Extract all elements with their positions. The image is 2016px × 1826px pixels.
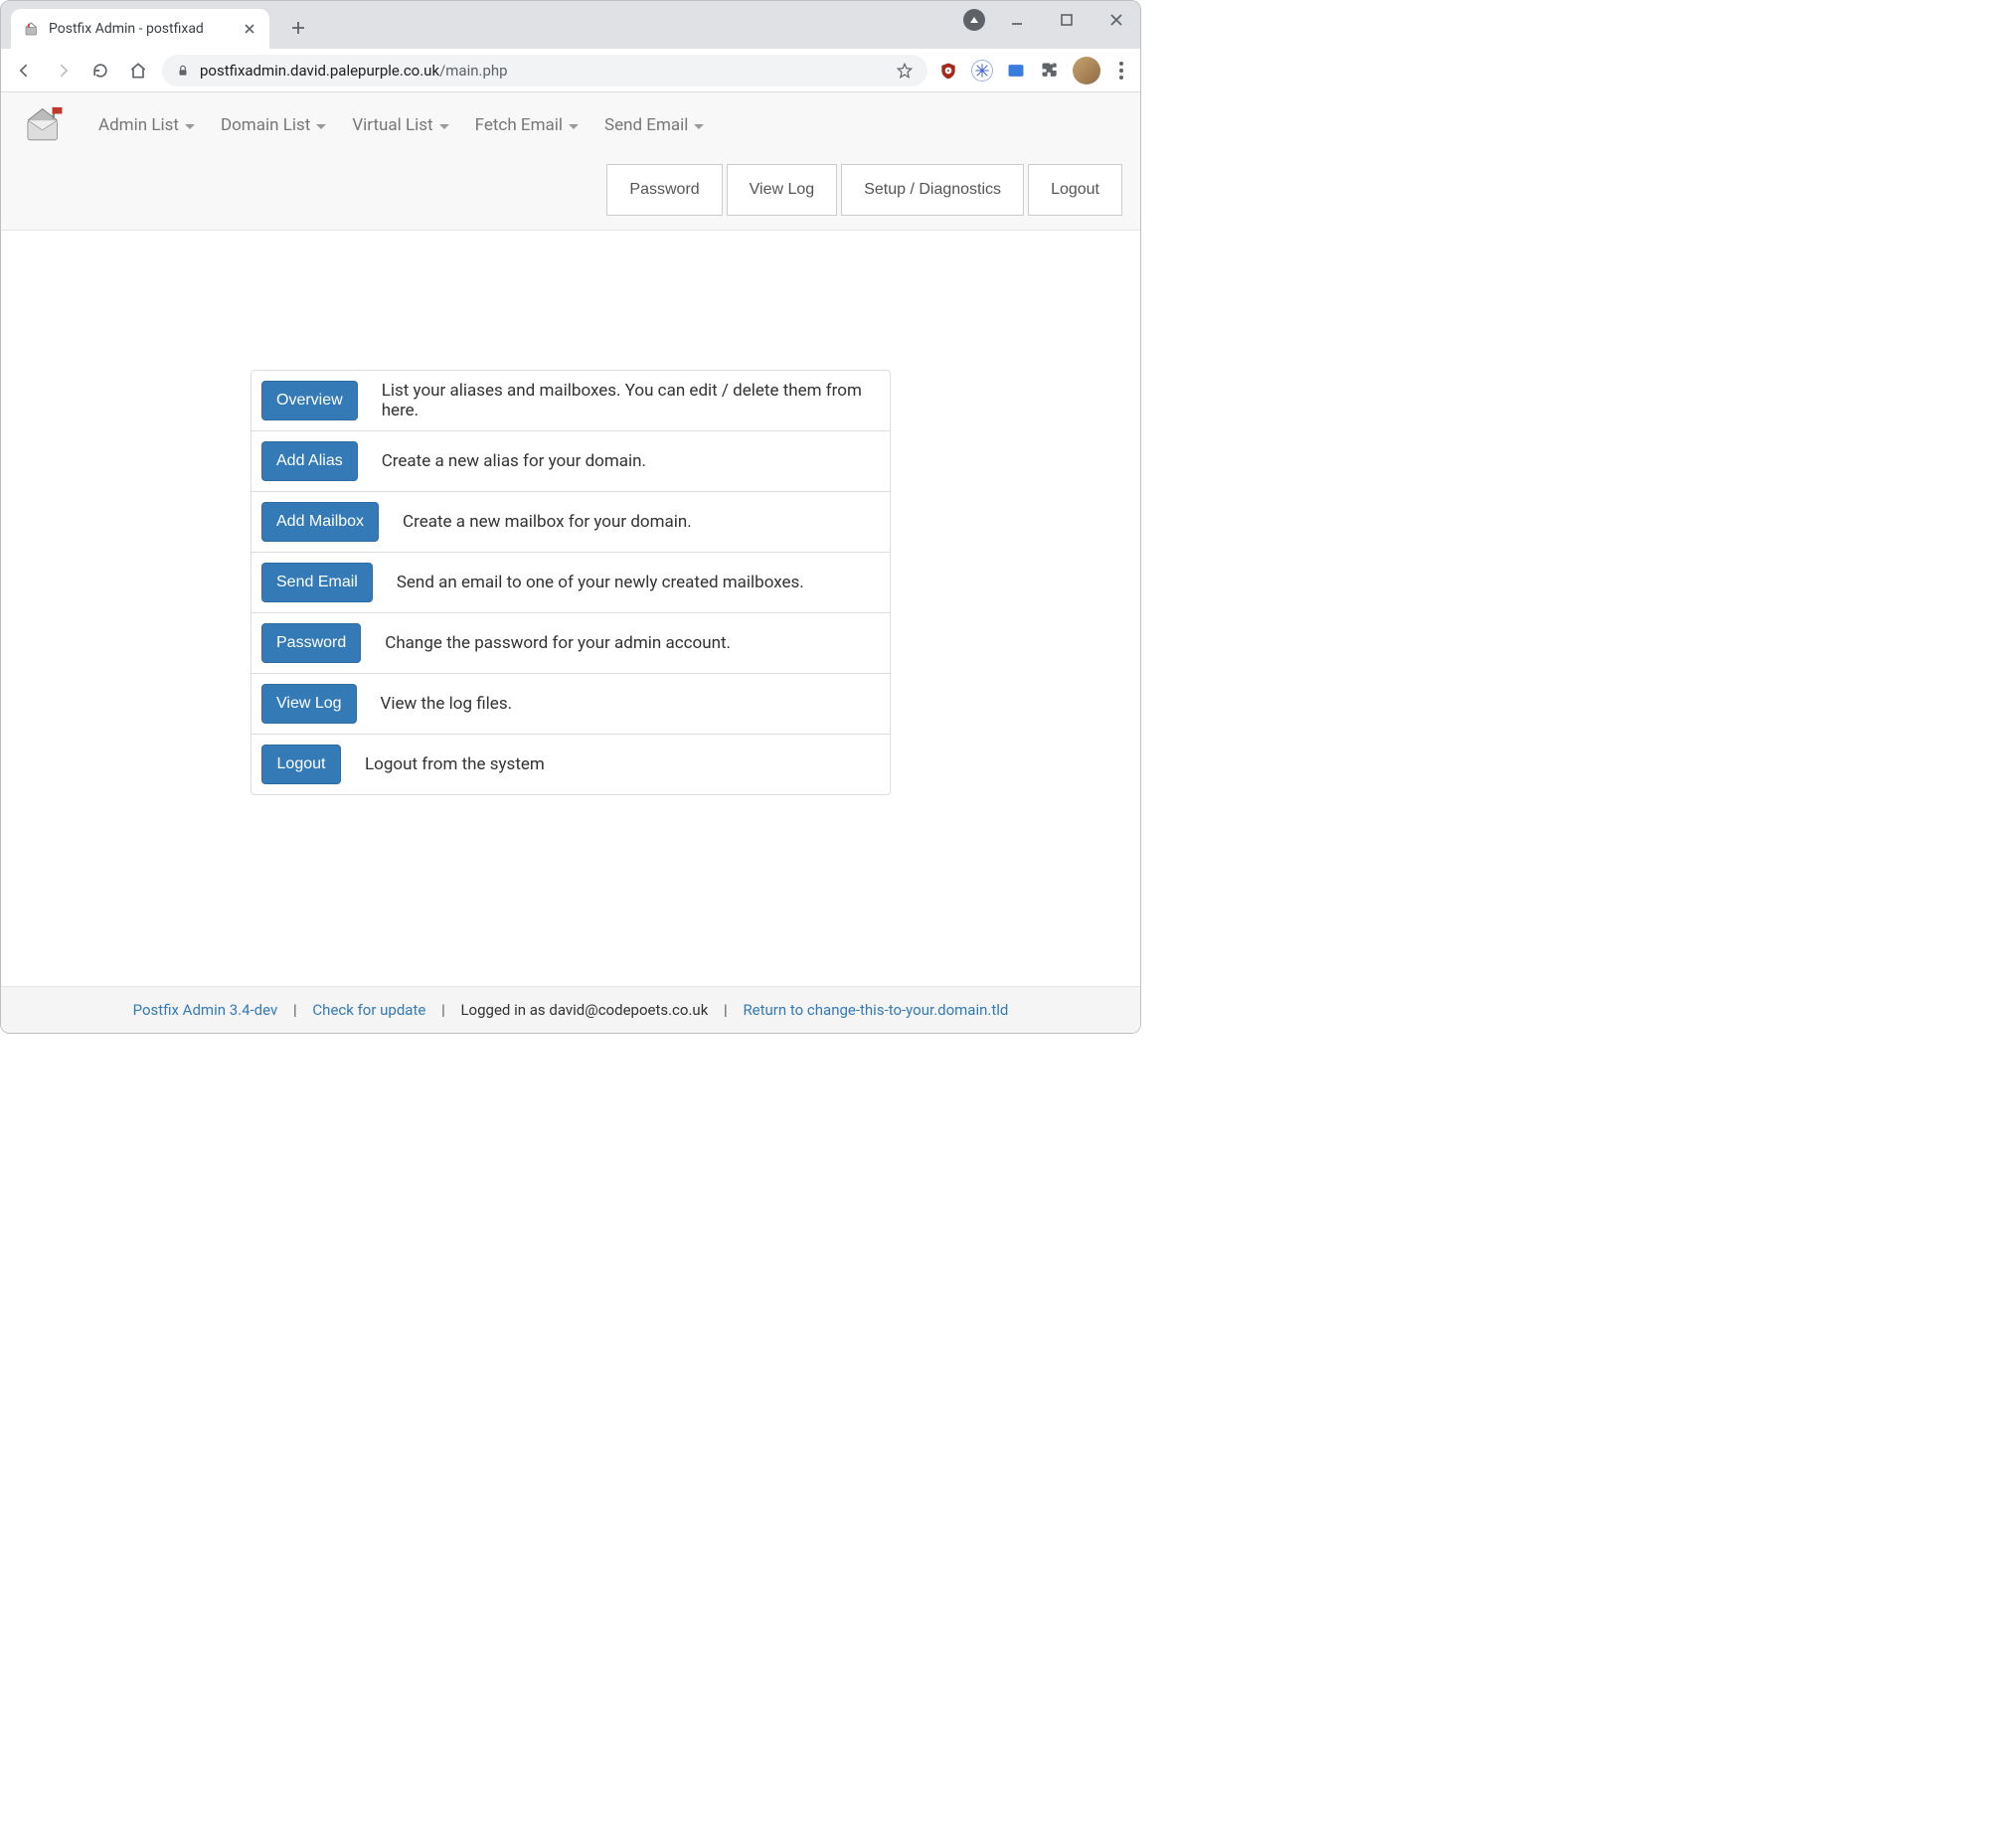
browser-tab[interactable]: Postfix Admin - postfixad bbox=[11, 9, 269, 49]
nav-domain-list[interactable]: Domain List bbox=[221, 115, 326, 135]
footer-separator: | bbox=[724, 1001, 728, 1019]
action-row-password: Password Change the password for your ad… bbox=[252, 612, 890, 673]
nav-item-label: Fetch Email bbox=[475, 115, 563, 135]
extension-icons bbox=[937, 57, 1130, 84]
overview-description: List your aliases and mailboxes. You can… bbox=[382, 381, 880, 420]
tab-strip: Postfix Admin - postfixad bbox=[1, 1, 1140, 49]
page-content: Admin List Domain List Virtual List Fetc… bbox=[1, 92, 1140, 1033]
secondary-nav: Password View Log Setup / Diagnostics Lo… bbox=[19, 150, 1122, 230]
add-mailbox-button[interactable]: Add Mailbox bbox=[261, 502, 379, 542]
address-bar[interactable]: postfixadmin.david.palepurple.co.uk/main… bbox=[162, 55, 927, 86]
forward-button[interactable] bbox=[49, 57, 77, 84]
add-mailbox-description: Create a new mailbox for your domain. bbox=[403, 512, 880, 532]
logout-button[interactable]: Logout bbox=[261, 745, 341, 784]
back-button[interactable] bbox=[11, 57, 39, 84]
chevron-down-icon bbox=[185, 124, 195, 129]
lock-icon bbox=[176, 64, 190, 78]
overview-button[interactable]: Overview bbox=[261, 381, 358, 420]
window-controls bbox=[963, 5, 1134, 35]
main-nav: Admin List Domain List Virtual List Fetc… bbox=[19, 100, 1122, 150]
browser-window: Postfix Admin - postfixad bbox=[0, 0, 1141, 1034]
chevron-down-icon bbox=[694, 124, 704, 129]
nav-item-label: Admin List bbox=[98, 115, 179, 135]
reload-button[interactable] bbox=[86, 57, 114, 84]
browser-toolbar: postfixadmin.david.palepurple.co.uk/main… bbox=[1, 49, 1140, 92]
chevron-down-icon bbox=[569, 124, 579, 129]
snowflake-extension-icon[interactable] bbox=[971, 60, 993, 82]
nav-item-label: Send Email bbox=[604, 115, 688, 135]
tab-title: Postfix Admin - postfixad bbox=[49, 21, 236, 37]
nav-item-label: Virtual List bbox=[352, 115, 432, 135]
actions-panel: Overview List your aliases and mailboxes… bbox=[251, 370, 891, 795]
password-button[interactable]: Password bbox=[261, 623, 361, 663]
profile-avatar[interactable] bbox=[1073, 57, 1100, 84]
chevron-down-icon bbox=[439, 124, 449, 129]
nav-fetch-email[interactable]: Fetch Email bbox=[475, 115, 579, 135]
action-row-add-mailbox: Add Mailbox Create a new mailbox for you… bbox=[252, 491, 890, 552]
send-email-button[interactable]: Send Email bbox=[261, 563, 373, 602]
browser-menu-icon[interactable] bbox=[1112, 62, 1130, 80]
action-row-logout: Logout Logout from the system bbox=[252, 734, 890, 794]
footer-check-update-link[interactable]: Check for update bbox=[312, 1001, 425, 1019]
incognito-or-profile-icon[interactable] bbox=[963, 9, 985, 31]
tab-close-icon[interactable] bbox=[242, 21, 257, 37]
send-email-description: Send an email to one of your newly creat… bbox=[397, 573, 880, 592]
window-maximize-icon[interactable] bbox=[1049, 5, 1085, 35]
app-logo[interactable] bbox=[19, 100, 73, 150]
bookmark-star-icon[interactable] bbox=[896, 62, 914, 80]
window-minimize-icon[interactable] bbox=[999, 5, 1035, 35]
view-log-description: View the log files. bbox=[381, 694, 880, 714]
extensions-puzzle-icon[interactable] bbox=[1039, 60, 1061, 82]
url-host: postfixadmin.david.palepurple.co.uk bbox=[200, 62, 439, 80]
nav-password-button[interactable]: Password bbox=[606, 164, 722, 216]
nav-virtual-list[interactable]: Virtual List bbox=[352, 115, 448, 135]
add-alias-description: Create a new alias for your domain. bbox=[382, 451, 880, 471]
main-area: Overview List your aliases and mailboxes… bbox=[1, 231, 1140, 986]
view-log-button[interactable]: View Log bbox=[261, 684, 357, 724]
home-button[interactable] bbox=[124, 57, 152, 84]
new-tab-button[interactable] bbox=[283, 13, 313, 43]
action-row-add-alias: Add Alias Create a new alias for your do… bbox=[252, 430, 890, 491]
nav-logout-button[interactable]: Logout bbox=[1028, 164, 1122, 216]
nav-setup-diagnostics-button[interactable]: Setup / Diagnostics bbox=[841, 164, 1024, 216]
url-text: postfixadmin.david.palepurple.co.uk/main… bbox=[200, 62, 886, 80]
nav-viewlog-button[interactable]: View Log bbox=[727, 164, 838, 216]
tab-favicon bbox=[23, 20, 41, 38]
nav-item-label: Domain List bbox=[221, 115, 310, 135]
chevron-down-icon bbox=[316, 124, 326, 129]
footer-separator: | bbox=[293, 1001, 297, 1019]
action-row-send-email: Send Email Send an email to one of your … bbox=[252, 552, 890, 612]
password-description: Change the password for your admin accou… bbox=[385, 633, 880, 653]
action-row-overview: Overview List your aliases and mailboxes… bbox=[252, 371, 890, 430]
add-alias-button[interactable]: Add Alias bbox=[261, 441, 358, 481]
footer-login-text: Logged in as david@codepoets.co.uk bbox=[460, 1001, 708, 1019]
page-footer: Postfix Admin 3.4-dev | Check for update… bbox=[1, 986, 1140, 1033]
logout-description: Logout from the system bbox=[365, 754, 880, 774]
window-close-icon[interactable] bbox=[1098, 5, 1134, 35]
app-header: Admin List Domain List Virtual List Fetc… bbox=[1, 92, 1140, 231]
nav-send-email[interactable]: Send Email bbox=[604, 115, 704, 135]
blue-extension-icon[interactable] bbox=[1005, 60, 1027, 82]
footer-version-link[interactable]: Postfix Admin 3.4-dev bbox=[133, 1001, 278, 1019]
footer-separator: | bbox=[441, 1001, 445, 1019]
footer-return-link[interactable]: Return to change-this-to-your.domain.tld bbox=[743, 1001, 1008, 1019]
nav-admin-list[interactable]: Admin List bbox=[98, 115, 195, 135]
ublock-extension-icon[interactable] bbox=[937, 60, 959, 82]
action-row-view-log: View Log View the log files. bbox=[252, 673, 890, 734]
url-path: /main.php bbox=[439, 62, 508, 80]
